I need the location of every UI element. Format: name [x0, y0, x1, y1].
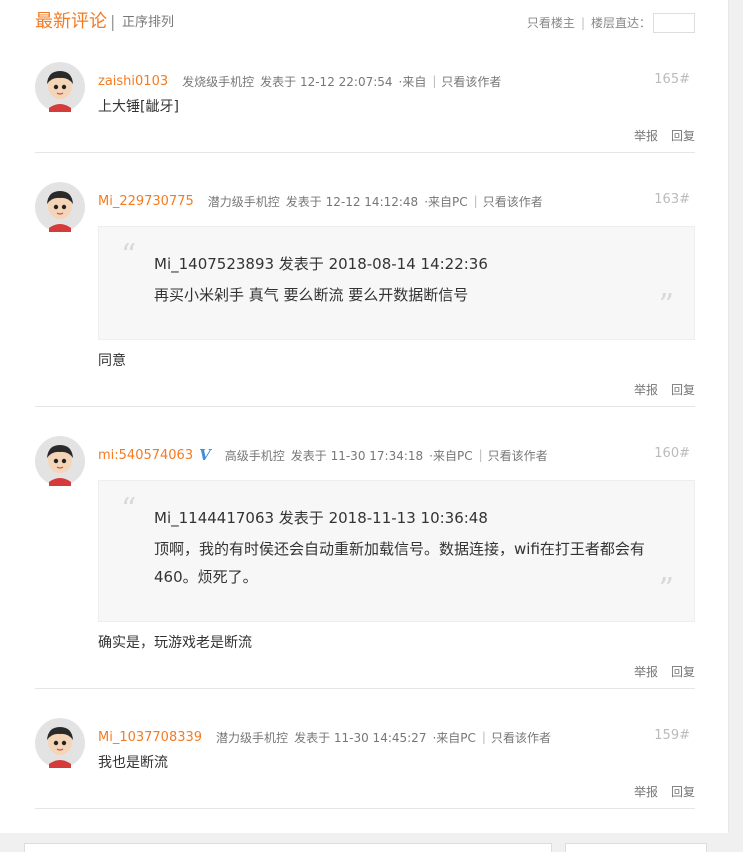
- comment-meta: Mi_229730775 潜力级手机控 发表于 12-12 14:12:48 ·…: [98, 192, 543, 210]
- header-separator: |: [110, 12, 116, 31]
- quote-author: Mi_1407523893 发表于 2018-08-14 14:22:36: [154, 255, 488, 273]
- comment-meta: zaishi0103 发烧级手机控 发表于 12-12 22:07:54 ·来自…: [98, 72, 501, 90]
- post-source: ·来自PC: [429, 448, 473, 463]
- submit-box[interactable]: [565, 843, 707, 852]
- user-avatar[interactable]: [35, 718, 85, 768]
- comment-meta: mi:540574063 V 高级手机控 发表于 11-30 17:34:18 …: [98, 446, 548, 464]
- post-time: 发表于 12-12 22:07:54: [260, 74, 393, 89]
- username-link[interactable]: zaishi0103: [98, 74, 168, 89]
- only-author-link[interactable]: 只看该作者: [491, 729, 551, 746]
- reply-button[interactable]: 回复: [671, 381, 695, 398]
- open-quote-icon: “: [121, 238, 137, 273]
- reply-input-box[interactable]: [24, 843, 552, 852]
- post-time: 发表于 11-30 14:45:27: [294, 730, 427, 745]
- user-level: 高级手机控: [224, 448, 285, 463]
- comment-actions: 举报 回复: [634, 783, 695, 800]
- quoted-post: “ Mi_1144417063 发表于 2018-11-13 10:36:48 …: [98, 480, 695, 622]
- meta-divider: |: [478, 448, 483, 462]
- close-quote-icon: ”: [658, 288, 674, 323]
- username-link[interactable]: Mi_1037708339: [98, 730, 202, 745]
- reply-button[interactable]: 回复: [671, 127, 695, 144]
- header-tools: 只看楼主 | 楼层直达：: [527, 13, 695, 33]
- comment-actions: 举报 回复: [634, 381, 695, 398]
- comment-actions: 举报 回复: [634, 127, 695, 144]
- report-button[interactable]: 举报: [634, 663, 658, 680]
- close-quote-icon: ”: [658, 572, 674, 607]
- comment-content: 上大锤[龇牙]: [98, 99, 179, 115]
- reply-button[interactable]: 回复: [671, 663, 695, 680]
- report-button[interactable]: 举报: [634, 783, 658, 800]
- meta-divider: |: [473, 194, 478, 208]
- reply-button[interactable]: 回复: [671, 783, 695, 800]
- sort-order-link[interactable]: 正序排列: [122, 14, 174, 32]
- meta-divider: |: [432, 74, 437, 88]
- user-avatar[interactable]: [35, 62, 85, 112]
- comment-content: 我也是断流: [98, 755, 168, 771]
- comment-item: zaishi0103 发烧级手机控 发表于 12-12 22:07:54 ·来自…: [35, 48, 695, 153]
- comments-header: 最新评论 | 正序排列 只看楼主 | 楼层直达：: [35, 10, 695, 36]
- header-tools-divider: |: [580, 16, 585, 30]
- floor-number: 163#: [654, 192, 690, 207]
- comment-content: 同意: [98, 353, 126, 369]
- comment-meta: Mi_1037708339 潜力级手机控 发表于 11-30 14:45:27 …: [98, 728, 551, 746]
- floor-number: 160#: [654, 446, 690, 461]
- quote-author: Mi_1144417063 发表于 2018-11-13 10:36:48: [154, 509, 488, 527]
- comment-item: Mi_229730775 潜力级手机控 发表于 12-12 14:12:48 ·…: [35, 168, 695, 407]
- only-author-link[interactable]: 只看该作者: [441, 73, 501, 90]
- user-level: 发烧级手机控: [182, 74, 255, 89]
- report-button[interactable]: 举报: [634, 381, 658, 398]
- quote-text: 再买小米剁手 真气 要么断流 要么开数据断信号: [154, 286, 469, 304]
- user-level: 潜力级手机控: [216, 730, 289, 745]
- open-quote-icon: “: [121, 492, 137, 527]
- comment-item: mi:540574063 V 高级手机控 发表于 11-30 17:34:18 …: [35, 422, 695, 689]
- username-link[interactable]: Mi_229730775: [98, 194, 194, 209]
- user-avatar[interactable]: [35, 182, 85, 232]
- quote-text: 顶啊，我的有时侯还会自动重新加载信号。数据连接，wifi在打王者都会有460。烦…: [154, 540, 645, 586]
- comment-panel: 最新评论 | 正序排列 只看楼主 | 楼层直达： zaishi0103 发烧级手…: [0, 0, 729, 833]
- verified-badge-icon: V: [199, 446, 211, 464]
- post-time: 发表于 11-30 17:34:18: [290, 448, 424, 463]
- floor-jump-label: 楼层直达：: [590, 16, 651, 30]
- comment-item: Mi_1037708339 潜力级手机控 发表于 11-30 14:45:27 …: [35, 704, 695, 809]
- meta-divider: |: [481, 730, 486, 744]
- user-level: 潜力级手机控: [207, 194, 280, 209]
- post-time: 发表于 12-12 14:12:48: [285, 194, 419, 209]
- comments-title: 最新评论: [35, 11, 107, 32]
- user-avatar[interactable]: [35, 436, 85, 486]
- floor-jump-input[interactable]: [653, 13, 695, 33]
- post-source: ·来自: [398, 74, 427, 89]
- only-author-link[interactable]: 只看该作者: [483, 193, 543, 210]
- username-link[interactable]: mi:540574063: [98, 448, 193, 463]
- report-button[interactable]: 举报: [634, 127, 658, 144]
- post-source: ·来自PC: [424, 194, 468, 209]
- floor-number: 159#: [654, 728, 690, 743]
- post-source: ·来自PC: [432, 730, 476, 745]
- floor-number: 165#: [654, 72, 690, 87]
- only-host-link[interactable]: 只看楼主: [527, 14, 575, 32]
- quoted-post: “ Mi_1407523893 发表于 2018-08-14 14:22:36 …: [98, 226, 695, 340]
- comment-actions: 举报 回复: [634, 663, 695, 680]
- comment-content: 确实是，玩游戏老是断流: [98, 635, 252, 651]
- only-author-link[interactable]: 只看该作者: [488, 447, 548, 464]
